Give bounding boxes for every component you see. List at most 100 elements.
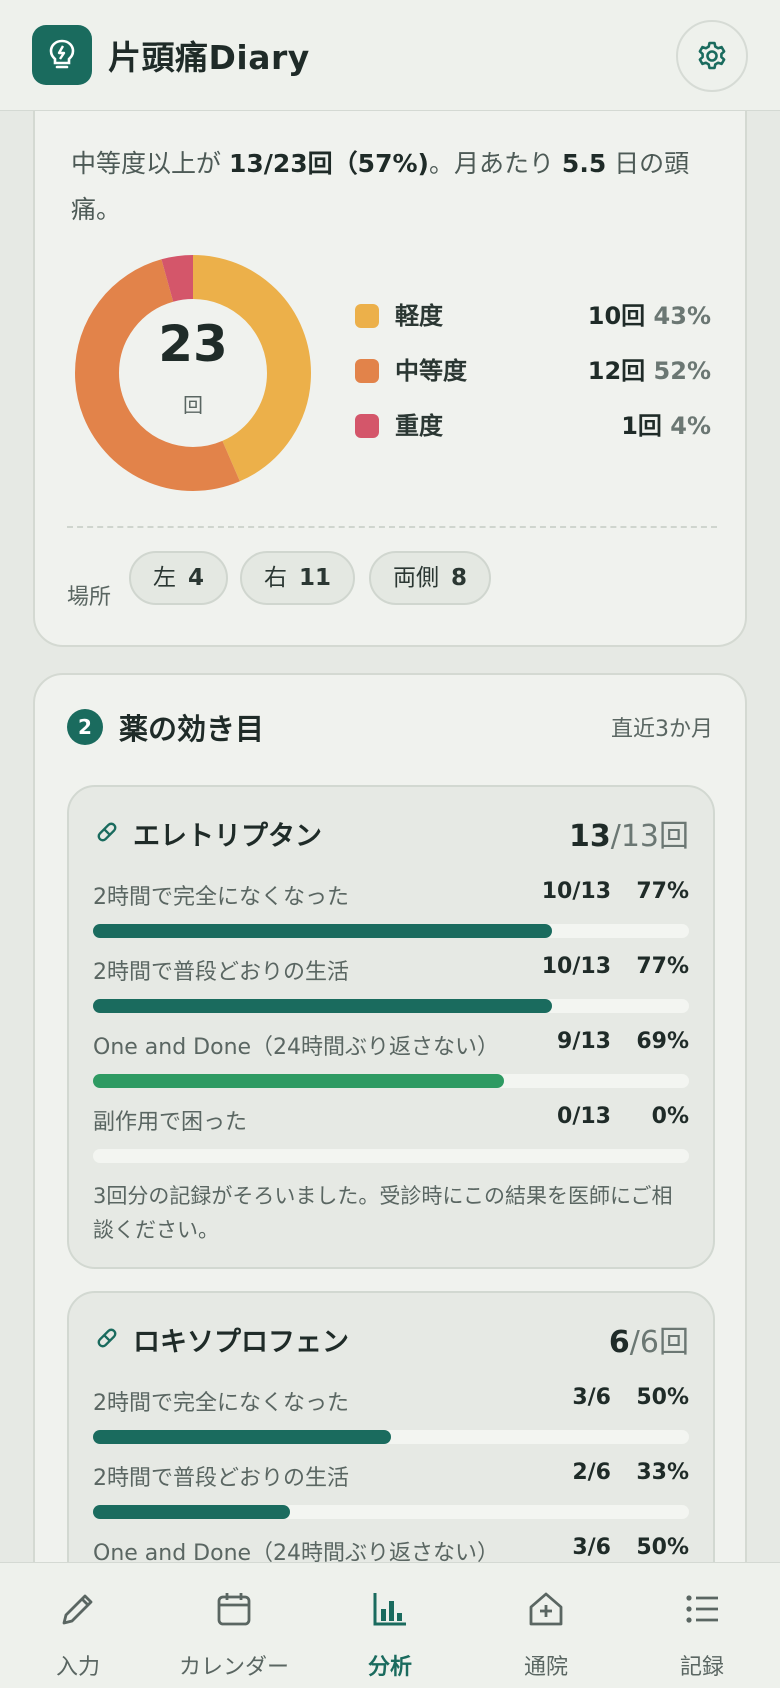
progress-track — [93, 1074, 689, 1088]
chip-count: 8 — [451, 565, 468, 591]
location-chip-right[interactable]: 右 11 — [240, 551, 356, 605]
pill-icon — [97, 1328, 117, 1348]
progress-track — [93, 924, 689, 938]
med-used: 6 — [608, 1325, 630, 1360]
chip-label: 両側 — [393, 565, 439, 591]
nav-item-records[interactable]: 記録 — [624, 1563, 780, 1688]
pencil-icon — [62, 1594, 93, 1625]
calendar-icon — [217, 1593, 251, 1626]
nav-item-clinic[interactable]: 通院 — [468, 1563, 624, 1688]
list-icon — [686, 1595, 718, 1623]
chip-label: 右 — [264, 565, 287, 591]
metric-row: 2時間で完全になくなった 10/13 77% — [93, 879, 689, 941]
metric-row: One and Done（24時間ぶり返さない） 3/6 50% — [93, 1535, 689, 1562]
nav-label: 記録 — [679, 1655, 724, 1680]
metric-row: 2時間で普段どおりの生活 10/13 77% — [93, 954, 689, 1016]
legend-value: 10回 43% — [588, 298, 711, 334]
section-number: 2 — [67, 709, 103, 745]
metric-row: 2時間で普段どおりの生活 2/6 33% — [93, 1460, 689, 1522]
nav-item-calendar[interactable]: カレンダー — [156, 1563, 312, 1688]
med-card-loxoprofen[interactable]: ロキソプロフェン 6/6回 2時間で完全になくなった 3/6 50% 2時間で普… — [67, 1291, 715, 1562]
location-chip-left[interactable]: 左4 — [129, 551, 229, 605]
section-period: 直近3か月 — [611, 717, 713, 742]
metric-label: 副作用で困った — [93, 1110, 248, 1135]
efficacy-card: 2 薬の効き目 直近3か月 エレトリプタン 13/13回 2時間で完全になくなっ… — [33, 673, 747, 1562]
legend-item-moderate: 中等度 12回 52% — [355, 353, 711, 389]
settings-button[interactable] — [676, 20, 748, 92]
location-chip-both[interactable]: 両側 8 — [369, 551, 492, 605]
legend-swatch — [355, 359, 379, 383]
metric-percent: 50% — [636, 1385, 689, 1410]
metric-percent: 77% — [636, 954, 689, 979]
app-header: 片頭痛Diary — [0, 0, 780, 111]
med-card-eletriptan[interactable]: エレトリプタン 13/13回 2時間で完全になくなった 10/13 77% 2時… — [67, 785, 715, 1269]
donut-total: 23 — [158, 315, 228, 373]
location-label: 場所 — [67, 585, 112, 610]
legend-pct: 52% — [653, 357, 711, 385]
metric-fraction: 0/13 — [557, 1104, 611, 1129]
legend-item-severe: 重度 1回 4% — [355, 408, 711, 444]
metric-percent: 77% — [636, 879, 689, 904]
metric-fraction: 3/6 — [572, 1385, 611, 1410]
summary-prefix: 中等度以上が — [71, 149, 222, 178]
legend-swatch — [355, 304, 379, 328]
summary-mid: 。月あたり — [428, 149, 554, 178]
metric-row: 2時間で完全になくなった 3/6 50% — [93, 1385, 689, 1447]
legend-count: 1回 — [621, 412, 662, 440]
legend-pct: 43% — [653, 302, 711, 330]
chip-count: 11 — [299, 565, 332, 591]
metric-percent: 50% — [636, 1535, 689, 1560]
metric-fraction: 10/13 — [541, 879, 611, 904]
metric-fraction: 3/6 — [572, 1535, 611, 1560]
progress-track — [93, 1505, 689, 1519]
progress-fill — [93, 1505, 290, 1519]
severity-summary: 中等度以上が 13/23回（57%)。月あたり 5.5 日の頭痛。 — [71, 141, 721, 233]
progress-track — [93, 999, 689, 1013]
summary-ratio: 13/23回（57%) — [228, 149, 429, 178]
gear-icon — [698, 41, 726, 70]
lightbulb-icon — [49, 39, 75, 69]
metric-label: 2時間で完全になくなった — [93, 1391, 349, 1416]
legend-count: 12回 — [587, 357, 646, 385]
nav-item-input[interactable]: 入力 — [0, 1563, 156, 1688]
chip-label: 左 — [153, 565, 176, 591]
legend-label: 重度 — [395, 412, 443, 440]
metric-label: 2時間で完全になくなった — [93, 885, 349, 910]
legend-swatch — [355, 414, 379, 438]
legend-label: 軽度 — [395, 302, 443, 330]
progress-track — [93, 1430, 689, 1444]
clinic-icon — [529, 1592, 563, 1626]
metric-percent: 0% — [651, 1104, 689, 1129]
progress-fill — [93, 999, 552, 1013]
metric-percent: 33% — [636, 1460, 689, 1485]
progress-fill — [93, 1074, 505, 1088]
severity-card: 中等度以上が 13/23回（57%)。月あたり 5.5 日の頭痛。 23 回 軽… — [33, 111, 747, 647]
metric-label: 2時間で普段どおりの生活 — [93, 960, 349, 985]
metric-fraction: 10/13 — [541, 954, 611, 979]
legend-label: 中等度 — [395, 357, 467, 385]
metric-row: 副作用で困った 0/13 0% — [93, 1104, 689, 1166]
progress-fill — [93, 1430, 391, 1444]
metric-row: One and Done（24時間ぶり返さない） 9/13 69% — [93, 1029, 689, 1091]
med-count: 6/6回 — [609, 1317, 689, 1361]
med-name: エレトリプタン — [133, 821, 322, 852]
pill-icon — [97, 822, 117, 842]
app-logo — [32, 25, 92, 85]
nav-label: 分析 — [367, 1655, 412, 1680]
nav-item-analysis[interactable]: 分析 — [312, 1563, 468, 1688]
progress-fill — [93, 924, 552, 938]
analysis-scroll-area[interactable]: 中等度以上が 13/23回（57%)。月あたり 5.5 日の頭痛。 23 回 軽… — [0, 111, 780, 1562]
nav-label: 入力 — [55, 1655, 100, 1680]
nav-label: 通院 — [523, 1655, 568, 1680]
med-count: 13/13回 — [569, 811, 689, 855]
bar-chart-icon — [373, 1593, 406, 1626]
chip-count: 4 — [188, 565, 205, 591]
metric-label: One and Done（24時間ぶり返さない） — [93, 1541, 500, 1562]
legend-count: 10回 — [587, 302, 646, 330]
legend-item-mild: 軽度 10回 43% — [355, 298, 711, 334]
bottom-nav: 入力 カレンダー 分析 通院 記録 — [0, 1562, 780, 1688]
metric-label: 2時間で普段どおりの生活 — [93, 1466, 349, 1491]
legend-value: 1回 4% — [621, 408, 711, 444]
metric-percent: 69% — [636, 1029, 689, 1054]
med-total: /13回 — [610, 819, 689, 854]
